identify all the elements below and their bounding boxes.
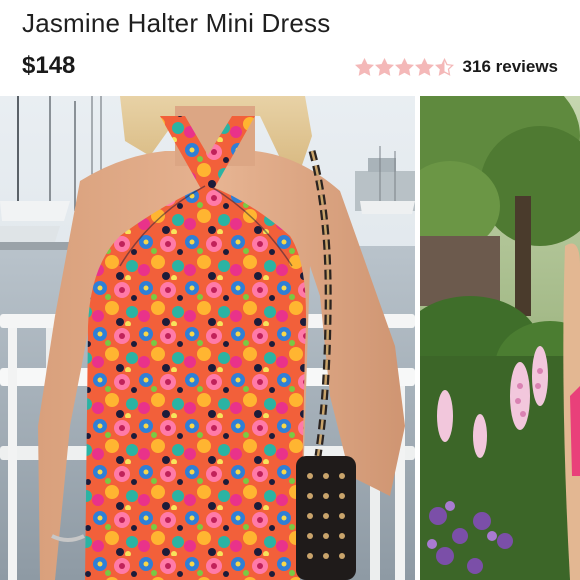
star-rating: [354, 57, 455, 77]
product-price: $148: [22, 52, 76, 79]
star-icon: [434, 57, 454, 76]
star-icon: [354, 57, 374, 76]
star-icon: [394, 57, 414, 76]
reviews-link[interactable]: 316 reviews: [463, 57, 558, 77]
product-rating[interactable]: 316 reviews: [354, 55, 558, 79]
product-photo-secondary[interactable]: [420, 96, 580, 580]
product-photo-main[interactable]: [0, 96, 415, 580]
star-icon: [374, 57, 394, 76]
product-header: Jasmine Halter Mini Dress $148 316 revie…: [0, 0, 580, 96]
product-gallery[interactable]: [0, 96, 580, 580]
star-icon: [414, 57, 434, 76]
product-title: Jasmine Halter Mini Dress: [22, 8, 331, 38]
